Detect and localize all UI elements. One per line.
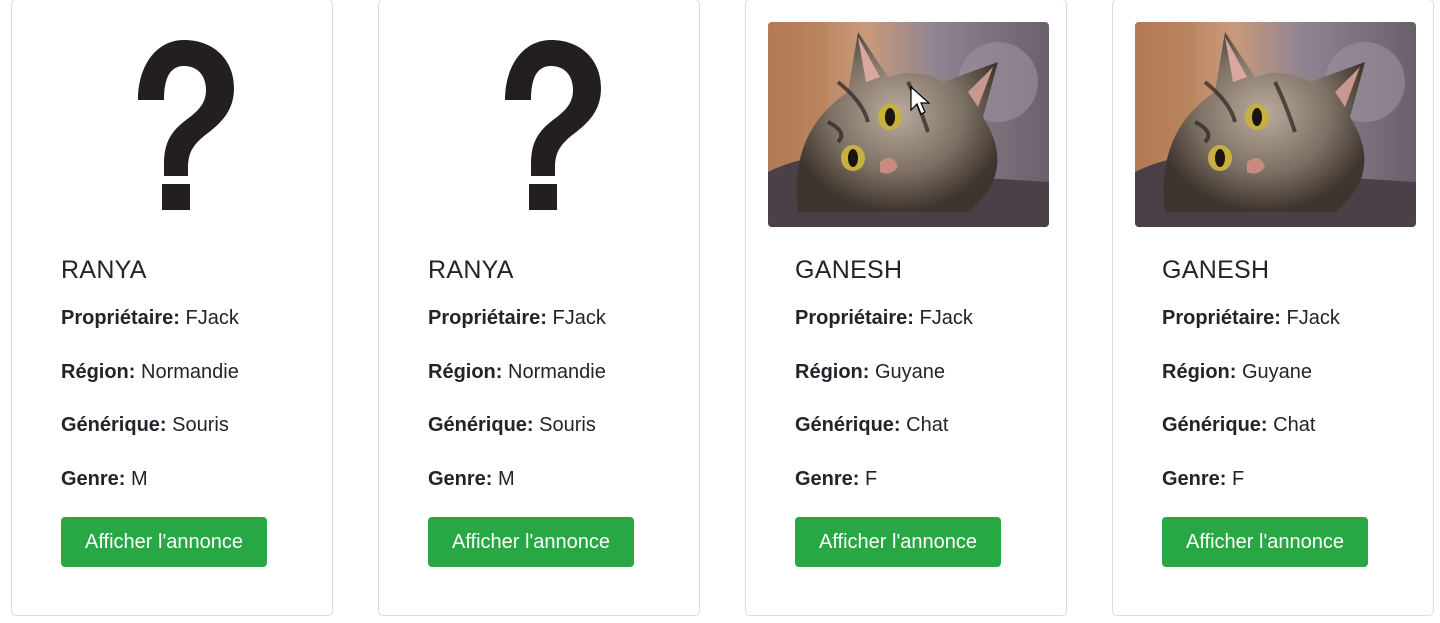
region-label: Région: (428, 361, 503, 383)
cat-photo (1135, 22, 1416, 227)
generic-value: Souris (539, 414, 596, 436)
view-listing-button[interactable]: Afficher l'annonce (1162, 517, 1368, 567)
generic-field: Générique: Souris (61, 414, 229, 437)
question-mark-icon (138, 40, 234, 210)
animal-card: GANESH Propriétaire: FJack Région: Guyan… (1112, 0, 1434, 616)
generic-field: Générique: Souris (428, 414, 596, 437)
region-label: Région: (795, 361, 870, 383)
generic-value: Chat (906, 414, 949, 436)
region-value: Normandie (141, 361, 239, 383)
region-value: Guyane (875, 361, 946, 383)
gender-field: Genre: F (795, 468, 877, 491)
owner-field: Propriétaire: FJack (61, 307, 239, 330)
animal-name: RANYA (428, 256, 514, 284)
mouse-cursor-icon (910, 86, 930, 115)
region-value: Guyane (1242, 361, 1313, 383)
generic-field: Générique: Chat (1162, 414, 1315, 437)
owner-value: FJack (552, 307, 606, 329)
gender-field: Genre: M (428, 468, 515, 491)
gender-label: Genre: (61, 468, 126, 490)
animal-name: GANESH (1162, 256, 1270, 284)
view-listing-button[interactable]: Afficher l'annonce (795, 517, 1001, 567)
gender-label: Genre: (1162, 468, 1227, 490)
gender-field: Genre: F (1162, 468, 1244, 491)
view-listing-button[interactable]: Afficher l'annonce (428, 517, 634, 567)
cat-photo-image (1135, 22, 1416, 227)
owner-value: FJack (919, 307, 973, 329)
owner-label: Propriétaire: (61, 307, 180, 329)
animal-card: GANESH Propriétaire: FJack Région: Guyan… (745, 0, 1067, 616)
view-listing-button[interactable]: Afficher l'annonce (61, 517, 267, 567)
card-grid: RANYA Propriétaire: FJack Région: Norman… (0, 0, 1440, 623)
gender-value: M (498, 468, 515, 490)
owner-value: FJack (1286, 307, 1340, 329)
animal-card: RANYA Propriétaire: FJack Région: Norman… (11, 0, 333, 616)
animal-name: GANESH (795, 256, 903, 284)
generic-label: Générique: (795, 414, 901, 436)
owner-label: Propriétaire: (1162, 307, 1281, 329)
cat-photo (768, 22, 1049, 227)
owner-label: Propriétaire: (795, 307, 914, 329)
region-value: Normandie (508, 361, 606, 383)
animal-name: RANYA (61, 256, 147, 284)
owner-field: Propriétaire: FJack (795, 307, 973, 330)
owner-field: Propriétaire: FJack (1162, 307, 1340, 330)
region-label: Région: (61, 361, 136, 383)
gender-value: M (131, 468, 148, 490)
generic-value: Chat (1273, 414, 1316, 436)
owner-label: Propriétaire: (428, 307, 547, 329)
generic-label: Générique: (428, 414, 534, 436)
gender-label: Genre: (428, 468, 493, 490)
region-field: Région: Guyane (795, 361, 945, 384)
region-field: Région: Normandie (61, 361, 239, 384)
region-field: Région: Guyane (1162, 361, 1312, 384)
gender-value: F (865, 468, 878, 490)
generic-label: Générique: (1162, 414, 1268, 436)
region-label: Région: (1162, 361, 1237, 383)
generic-value: Souris (172, 414, 229, 436)
placeholder-image (401, 22, 682, 227)
question-mark-icon (505, 40, 601, 210)
cat-photo-image (768, 22, 1049, 227)
region-field: Région: Normandie (428, 361, 606, 384)
animal-card: RANYA Propriétaire: FJack Région: Norman… (378, 0, 700, 616)
owner-value: FJack (185, 307, 239, 329)
owner-field: Propriétaire: FJack (428, 307, 606, 330)
placeholder-image (34, 22, 315, 227)
gender-label: Genre: (795, 468, 860, 490)
generic-field: Générique: Chat (795, 414, 948, 437)
gender-value: F (1232, 468, 1245, 490)
generic-label: Générique: (61, 414, 167, 436)
gender-field: Genre: M (61, 468, 148, 491)
